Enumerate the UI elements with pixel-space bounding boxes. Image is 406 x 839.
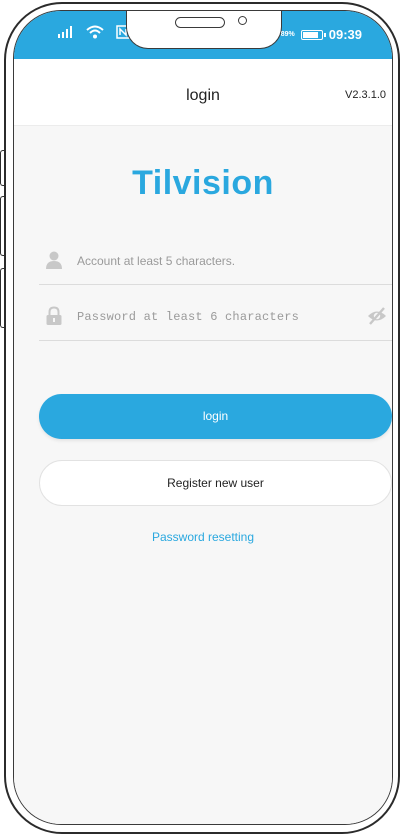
user-icon xyxy=(45,250,63,270)
account-field[interactable]: Account at least 5 characters. xyxy=(39,238,392,285)
register-button[interactable]: Register new user xyxy=(39,460,392,506)
battery-percent: 89% xyxy=(280,31,295,38)
brand-title: Tilvision xyxy=(132,164,274,202)
password-reset-link[interactable]: Password resetting xyxy=(14,530,392,544)
password-input[interactable]: Password at least 6 characters xyxy=(77,310,299,324)
battery-level xyxy=(302,31,318,38)
status-bar: 89% 09:39 xyxy=(14,11,392,59)
cell-signal-icon xyxy=(58,26,74,40)
phone-mockup: 89% 09:39 login V2.3.1.0 Tilvision Accou… xyxy=(0,0,406,839)
password-field[interactable]: Password at least 6 characters xyxy=(39,294,392,341)
camera xyxy=(238,16,247,25)
login-button[interactable]: login xyxy=(39,394,392,439)
status-left xyxy=(58,25,130,41)
app-header: login V2.3.1.0 xyxy=(14,59,392,126)
page-title: login xyxy=(186,87,220,104)
phone-notch xyxy=(126,11,282,49)
eye-off-icon[interactable] xyxy=(366,306,388,326)
login-body: Tilvision Account at least 5 characters. xyxy=(14,126,392,824)
speaker xyxy=(175,17,225,28)
phone-screen: 89% 09:39 login V2.3.1.0 Tilvision Accou… xyxy=(13,10,393,825)
wifi-icon xyxy=(86,25,104,41)
lock-icon xyxy=(45,306,63,326)
status-time: 09:39 xyxy=(328,27,362,42)
account-input[interactable]: Account at least 5 characters. xyxy=(77,254,235,268)
battery-icon xyxy=(300,29,326,40)
version-label: V2.3.1.0 xyxy=(345,89,386,101)
status-right: 89% 09:39 xyxy=(281,27,362,42)
